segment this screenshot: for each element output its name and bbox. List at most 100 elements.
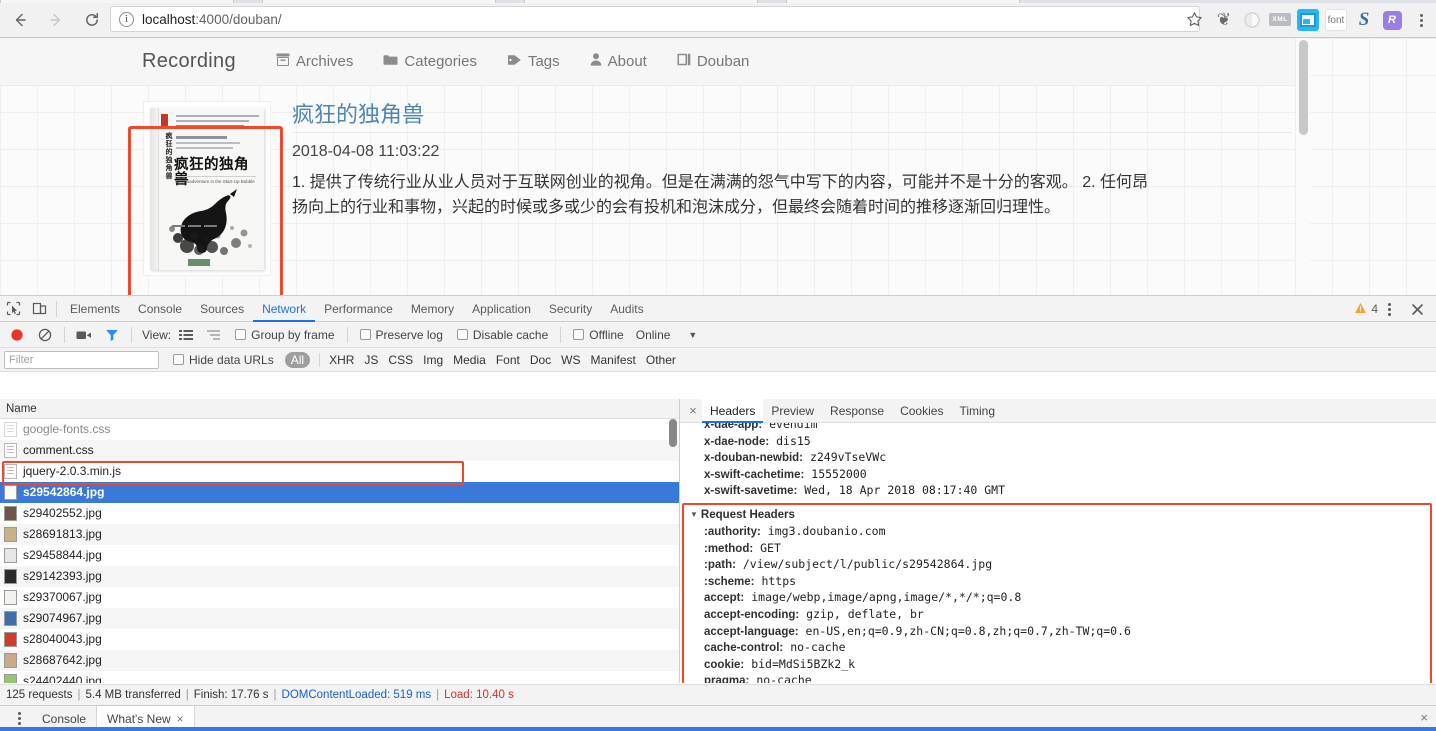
drawer-close-icon[interactable]: × [1420, 710, 1428, 725]
throttling-value[interactable]: Online [636, 328, 671, 342]
font-extension-icon[interactable]: font [1325, 9, 1347, 31]
request-name: s24402440.jpg [23, 674, 102, 683]
table-row[interactable]: google-fonts.css [0, 419, 679, 440]
post-body: 1. 提供了传统行业从业人员对于互联网创业的视角。但是在满满的怨气中写下的内容，… [292, 174, 1149, 216]
chrome-menu-kebab-icon[interactable] [1412, 9, 1430, 31]
browser-tab[interactable] [0, 0, 234, 3]
filter-type-media[interactable]: Media [448, 353, 491, 367]
devtools-tab-application[interactable]: Application [463, 296, 540, 322]
devtools-tab-network[interactable]: Network [253, 296, 315, 322]
devtools-tab-sources[interactable]: Sources [191, 296, 253, 322]
devtools-tab-performance[interactable]: Performance [315, 296, 402, 322]
evernote-extension-icon[interactable]: ❦ [1213, 9, 1235, 31]
devtools-tab-memory[interactable]: Memory [402, 296, 463, 322]
inspect-element-icon[interactable] [0, 296, 26, 322]
reload-icon[interactable] [80, 8, 104, 32]
devtools-tab-security[interactable]: Security [540, 296, 601, 322]
table-row[interactable]: s29402552.jpg [0, 503, 679, 524]
details-tab-headers[interactable]: Headers [702, 399, 764, 423]
offline-checkbox[interactable]: Offline [573, 328, 624, 342]
address-bar[interactable]: i localhost:4000/douban/ [110, 6, 1200, 32]
r-extension-glyph: R [1382, 10, 1402, 30]
filter-type-js[interactable]: JS [359, 353, 383, 367]
filter-type-other[interactable]: Other [641, 353, 681, 367]
camera-icon[interactable] [71, 322, 97, 348]
nav-item-categories[interactable]: Categories [383, 53, 477, 70]
filter-type-img[interactable]: Img [418, 353, 448, 367]
window-capture-extension-icon[interactable] [1297, 9, 1319, 31]
devtools-tab-console[interactable]: Console [129, 296, 191, 322]
triangle-down-icon[interactable]: ▼ [690, 506, 698, 523]
nav-item-label: Tags [527, 53, 560, 70]
devtools-tab-audits[interactable]: Audits [601, 296, 652, 322]
checkbox-box[interactable] [235, 329, 247, 340]
disable-cache-checkbox[interactable]: Disable cache [456, 328, 548, 342]
table-row[interactable]: s24402440.jpg [0, 671, 679, 683]
table-row[interactable]: s29458844.jpg [0, 545, 679, 566]
details-close-icon[interactable]: × [684, 403, 702, 418]
r-extension-icon[interactable]: R [1381, 9, 1403, 31]
filter-type-ws[interactable]: WS [556, 353, 585, 367]
chevron-down-icon[interactable]: ▼ [688, 330, 697, 340]
details-tab-response[interactable]: Response [822, 399, 892, 423]
filter-type-all[interactable]: All [284, 351, 311, 368]
filter-type-doc[interactable]: Doc [525, 353, 556, 367]
checkbox-box[interactable] [359, 329, 371, 340]
devtools-close-icon[interactable] [1404, 296, 1430, 322]
s-extension-icon[interactable]: S [1353, 9, 1375, 31]
requests-scrollbar-thumb[interactable] [669, 419, 677, 447]
nav-item-tags[interactable]: Tags [507, 53, 560, 70]
site-brand[interactable]: Recording [142, 50, 236, 73]
back-icon[interactable] [8, 8, 32, 32]
table-row[interactable]: comment.css [0, 440, 679, 461]
table-row[interactable]: s29370067.jpg [0, 587, 679, 608]
post-title[interactable]: 疯狂的独角兽 [292, 97, 424, 129]
device-toolbar-icon[interactable] [26, 296, 52, 322]
clear-button-icon[interactable] [32, 322, 58, 348]
filter-input[interactable] [4, 350, 159, 369]
forward-icon[interactable] [44, 8, 68, 32]
request-headers-section-title[interactable]: ▼ Request Headers [690, 507, 1436, 524]
filter-type-font[interactable]: Font [491, 353, 525, 367]
hide-data-urls-checkbox[interactable]: Hide data URLs [173, 353, 274, 367]
nav-item-about[interactable]: About [590, 53, 647, 70]
table-row-selected[interactable]: s29542864.jpg [0, 482, 679, 503]
checkbox-box[interactable] [456, 329, 468, 340]
group-by-frame-checkbox[interactable]: Group by frame [235, 328, 335, 342]
page-scrollbar-thumb[interactable] [1299, 40, 1308, 135]
table-row[interactable]: s28691813.jpg [0, 524, 679, 545]
checkbox-box[interactable] [173, 354, 184, 365]
devtools-warning-counter[interactable]: 4 [1354, 296, 1378, 322]
details-tab-preview[interactable]: Preview [763, 399, 822, 423]
devtools-kebab-icon[interactable] [1376, 296, 1402, 322]
browser-tab[interactable] [786, 0, 1020, 3]
filter-funnel-icon[interactable] [99, 322, 125, 348]
bookmark-star-icon[interactable] [1182, 7, 1206, 31]
table-row[interactable]: s29074967.jpg [0, 608, 679, 629]
browser-tab[interactable] [262, 0, 496, 3]
table-row[interactable]: s28040043.jpg [0, 629, 679, 650]
site-info-icon[interactable]: i [119, 11, 134, 27]
xml-extension-icon[interactable]: XML [1269, 13, 1291, 26]
requests-column-header[interactable]: Name [0, 399, 679, 419]
table-row[interactable]: s29142393.jpg [0, 566, 679, 587]
waterfall-view-icon[interactable] [201, 322, 227, 348]
checkbox-box[interactable] [573, 329, 585, 340]
record-button-icon[interactable] [4, 322, 30, 348]
page-scrollbar[interactable] [1295, 38, 1310, 295]
filter-type-manifest[interactable]: Manifest [586, 353, 641, 367]
circle-extension-icon[interactable] [1241, 9, 1263, 31]
devtools-tab-elements[interactable]: Elements [61, 296, 129, 322]
nav-item-douban[interactable]: Douban [677, 53, 749, 70]
table-row[interactable]: jquery-2.0.3.min.js [0, 461, 679, 482]
book-cover-thumbnail[interactable]: 疯狂的独角兽 疯狂的独角兽 My Misadventure in the Sta… [143, 101, 271, 276]
table-row[interactable]: s28687642.jpg [0, 650, 679, 671]
filter-type-xhr[interactable]: XHR [324, 353, 359, 367]
filter-type-css[interactable]: CSS [383, 353, 418, 367]
list-view-icon[interactable] [173, 322, 199, 348]
nav-item-archives[interactable]: Archives [276, 53, 353, 70]
preserve-log-checkbox[interactable]: Preserve log [359, 328, 443, 342]
details-tab-timing[interactable]: Timing [951, 399, 1003, 423]
browser-tab[interactable] [524, 0, 758, 3]
details-tab-cookies[interactable]: Cookies [892, 399, 951, 423]
